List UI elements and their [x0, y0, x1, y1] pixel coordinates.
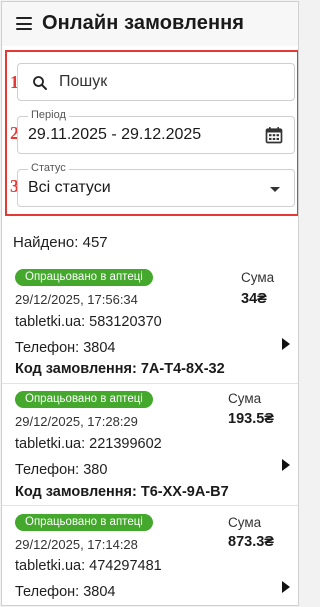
order-card[interactable]: Опрацьовано в аптеці 29/12/2025, 17:28:2… — [11, 391, 293, 501]
sum-value: 193.5₴ — [228, 411, 274, 427]
divider — [2, 505, 298, 506]
order-card[interactable]: Опрацьовано в аптеці 29/12/2025, 17:14:2… — [11, 514, 293, 605]
order-datetime: 29/12/2025, 17:56:34 — [15, 292, 138, 307]
status-value: Всі статуси — [28, 179, 111, 196]
calendar-icon[interactable] — [264, 125, 284, 145]
chevron-right-icon[interactable] — [282, 581, 290, 593]
chevron-right-icon[interactable] — [282, 459, 290, 471]
search-placeholder: Пошук — [59, 73, 108, 90]
order-source: tabletki.ua: 221399602 — [15, 436, 162, 452]
order-code: Код замовлення: Т6-ХХ-9А-В7 — [15, 484, 229, 500]
order-code: Код замовлення: 7А-Т4-8Х-32 — [15, 361, 225, 377]
order-phone: Телефон: 3804 — [15, 340, 116, 356]
status-label: Статус — [28, 162, 69, 174]
order-card[interactable]: Опрацьовано в аптеці 29/12/2025, 17:56:3… — [11, 269, 293, 379]
app-header: Онлайн замовлення — [2, 2, 298, 46]
found-count: Найдено: 457 — [13, 234, 108, 251]
order-datetime: 29/12/2025, 17:28:29 — [15, 414, 138, 429]
search-icon — [33, 76, 47, 90]
order-phone: Телефон: 3804 — [15, 584, 116, 600]
page-title: Онлайн замовлення — [42, 12, 245, 34]
sum-label: Сума — [241, 270, 275, 285]
order-source: tabletki.ua: 583120370 — [15, 314, 162, 330]
period-value: 29.11.2025 - 29.12.2025 — [28, 126, 202, 143]
menu-icon[interactable] — [16, 17, 32, 30]
sum-label: Сума — [228, 515, 262, 530]
chevron-right-icon[interactable] — [282, 338, 290, 350]
caret-down-icon — [270, 187, 280, 192]
app-frame: Онлайн замовлення 1 2 3 Пошук Період 29.… — [1, 1, 299, 606]
status-badge: Опрацьовано в аптеці — [15, 269, 153, 286]
filters-panel: 1 2 3 Пошук Період 29.11.2025 - 29.12.20… — [5, 50, 298, 216]
status-badge: Опрацьовано в аптеці — [15, 514, 153, 531]
order-phone: Телефон: 380 — [15, 462, 108, 478]
sum-value: 873.3₴ — [228, 534, 274, 550]
order-datetime: 29/12/2025, 17:14:28 — [15, 537, 138, 552]
divider — [2, 383, 298, 384]
period-field[interactable]: Період 29.11.2025 - 29.12.2025 — [17, 109, 295, 154]
period-label: Період — [28, 109, 69, 121]
status-badge: Опрацьовано в аптеці — [15, 391, 153, 408]
sum-label: Сума — [228, 391, 262, 406]
order-source: tabletki.ua: 474297481 — [15, 558, 162, 574]
search-input[interactable]: Пошук — [17, 63, 295, 101]
sum-value: 34₴ — [241, 291, 267, 307]
status-select[interactable]: Статус Всі статуси — [17, 162, 295, 207]
